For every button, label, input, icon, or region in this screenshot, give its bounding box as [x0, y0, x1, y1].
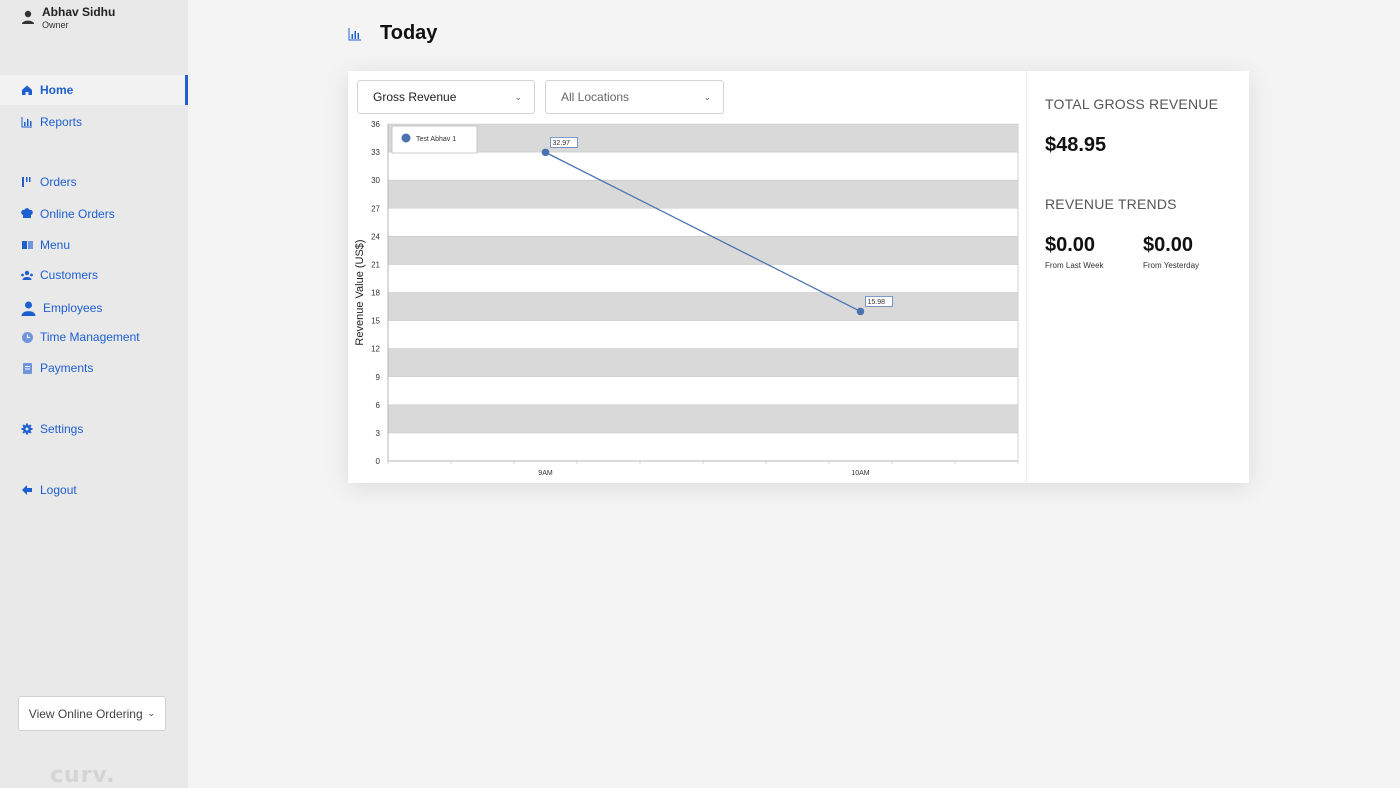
- receipt-icon: [20, 361, 34, 375]
- yesterday-label: From Yesterday: [1143, 261, 1200, 270]
- sidebar-item-label: Payments: [40, 361, 94, 375]
- user-name: Abhav Sidhu: [42, 5, 116, 19]
- grid-band: [388, 432, 1018, 461]
- sidebar-item-customers[interactable]: Customers: [0, 260, 188, 290]
- chevron-down-icon: ⌄: [703, 91, 711, 102]
- chevron-down-icon: ⌄: [147, 708, 156, 718]
- user-icon: [22, 10, 34, 24]
- sidebar-item-online-orders[interactable]: Online Orders: [0, 199, 188, 229]
- bar-chart-icon: [20, 115, 34, 129]
- y-tick-label: 18: [371, 289, 380, 298]
- sidebar-item-label: Menu: [40, 238, 71, 252]
- chef-hat-icon: [20, 207, 34, 221]
- employee-icon: [20, 300, 37, 317]
- total-revenue-value: $48.95: [1045, 134, 1107, 156]
- revenue-card: Gross Revenue ⌄ All Locations ⌄ 0 3 6 9 12 15…: [348, 71, 1249, 483]
- y-tick-label: 9: [376, 373, 381, 382]
- customers-icon: [20, 268, 34, 282]
- data-label: 32.97: [553, 140, 571, 147]
- divider: [1026, 71, 1027, 483]
- home-icon: [20, 83, 34, 97]
- y-tick-label: 24: [371, 232, 380, 241]
- sidebar-item-home[interactable]: Home: [0, 75, 188, 105]
- x-tick-label: 10AM: [851, 470, 869, 477]
- sidebar-item-employees[interactable]: Employees: [0, 293, 188, 323]
- grid-band: [388, 292, 1018, 321]
- last-week-value: $0.00: [1045, 234, 1096, 256]
- sidebar-item-time-management[interactable]: Time Management: [0, 322, 188, 352]
- book-icon: [20, 238, 34, 252]
- metric-select-value: Gross Revenue: [373, 90, 457, 104]
- gear-icon: [20, 422, 34, 436]
- sidebar-item-label: Employees: [43, 301, 103, 315]
- sidebar-item-reports[interactable]: Reports: [0, 107, 188, 137]
- grid-band: [388, 404, 1018, 433]
- metric-select[interactable]: Gross Revenue ⌄: [357, 80, 535, 114]
- data-point: [856, 307, 865, 316]
- grid-band: [388, 320, 1018, 349]
- sidebar: Abhav Sidhu Owner Home Reports Orders On…: [0, 0, 188, 788]
- location-select-value: All Locations: [561, 90, 630, 104]
- grid-band: [388, 376, 1018, 405]
- sidebar-item-label: Home: [40, 83, 74, 97]
- grid-band: [388, 152, 1018, 181]
- arrow-left-icon: [20, 483, 34, 497]
- y-tick-label: 36: [371, 120, 380, 129]
- page-title: Today: [380, 22, 438, 44]
- total-revenue-label: TOTAL GROSS REVENUE: [1045, 96, 1219, 112]
- sidebar-item-menu[interactable]: Menu: [0, 230, 188, 260]
- grid-band: [388, 264, 1018, 293]
- sidebar-item-label: Reports: [40, 115, 83, 129]
- y-tick-label: 15: [371, 317, 380, 326]
- revenue-trends-label: REVENUE TRENDS: [1045, 196, 1177, 212]
- view-online-ordering-label: View Online Ordering: [28, 706, 143, 721]
- grid-band: [388, 124, 1018, 153]
- orders-icon: [20, 175, 34, 189]
- x-tick-label: 9AM: [538, 470, 553, 477]
- y-tick-label: 6: [376, 401, 381, 410]
- bar-chart-icon: [348, 27, 361, 40]
- y-tick-label: 21: [371, 260, 380, 269]
- last-week-label: From Last Week: [1045, 261, 1104, 270]
- sidebar-item-logout[interactable]: Logout: [0, 475, 188, 505]
- clock-icon: [20, 330, 34, 344]
- legend-marker: [401, 133, 411, 143]
- sidebar-item-label: Orders: [40, 175, 77, 189]
- sidebar-item-orders[interactable]: Orders: [0, 167, 188, 197]
- logo: curv.: [50, 763, 116, 788]
- y-tick-label: 33: [371, 148, 380, 157]
- user-role: Owner: [42, 20, 69, 30]
- page-header: Today: [348, 22, 437, 45]
- sidebar-item-label: Online Orders: [40, 207, 115, 221]
- sidebar-item-settings[interactable]: Settings: [0, 414, 188, 444]
- data-label: 15.98: [868, 299, 886, 306]
- grid-band: [388, 236, 1018, 265]
- grid-band: [388, 348, 1018, 377]
- sidebar-item-label: Settings: [40, 422, 84, 436]
- location-select[interactable]: All Locations ⌄: [545, 80, 724, 114]
- y-tick-label: 12: [371, 345, 380, 354]
- revenue-chart: 0369121518212427303336Revenue Value (US$…: [354, 120, 1019, 477]
- sidebar-item-payments[interactable]: Payments: [0, 353, 188, 383]
- sidebar-item-label: Logout: [40, 483, 77, 497]
- grid-band: [388, 180, 1018, 209]
- y-tick-label: 3: [376, 429, 381, 438]
- chevron-down-icon: ⌄: [514, 91, 522, 102]
- y-tick-label: 0: [376, 457, 381, 466]
- y-tick-label: 30: [371, 176, 380, 185]
- view-online-ordering-button[interactable]: View Online Ordering ⌄: [18, 696, 166, 731]
- yesterday-value: $0.00: [1143, 234, 1194, 256]
- user-profile[interactable]: Abhav Sidhu Owner: [20, 6, 115, 31]
- sidebar-item-label: Customers: [40, 268, 99, 282]
- y-axis-title: Revenue Value (US$): [354, 239, 366, 345]
- data-point: [541, 148, 550, 157]
- legend-label: Test Abhav 1: [416, 136, 456, 143]
- sidebar-item-label: Time Management: [40, 330, 140, 344]
- y-tick-label: 27: [371, 204, 380, 213]
